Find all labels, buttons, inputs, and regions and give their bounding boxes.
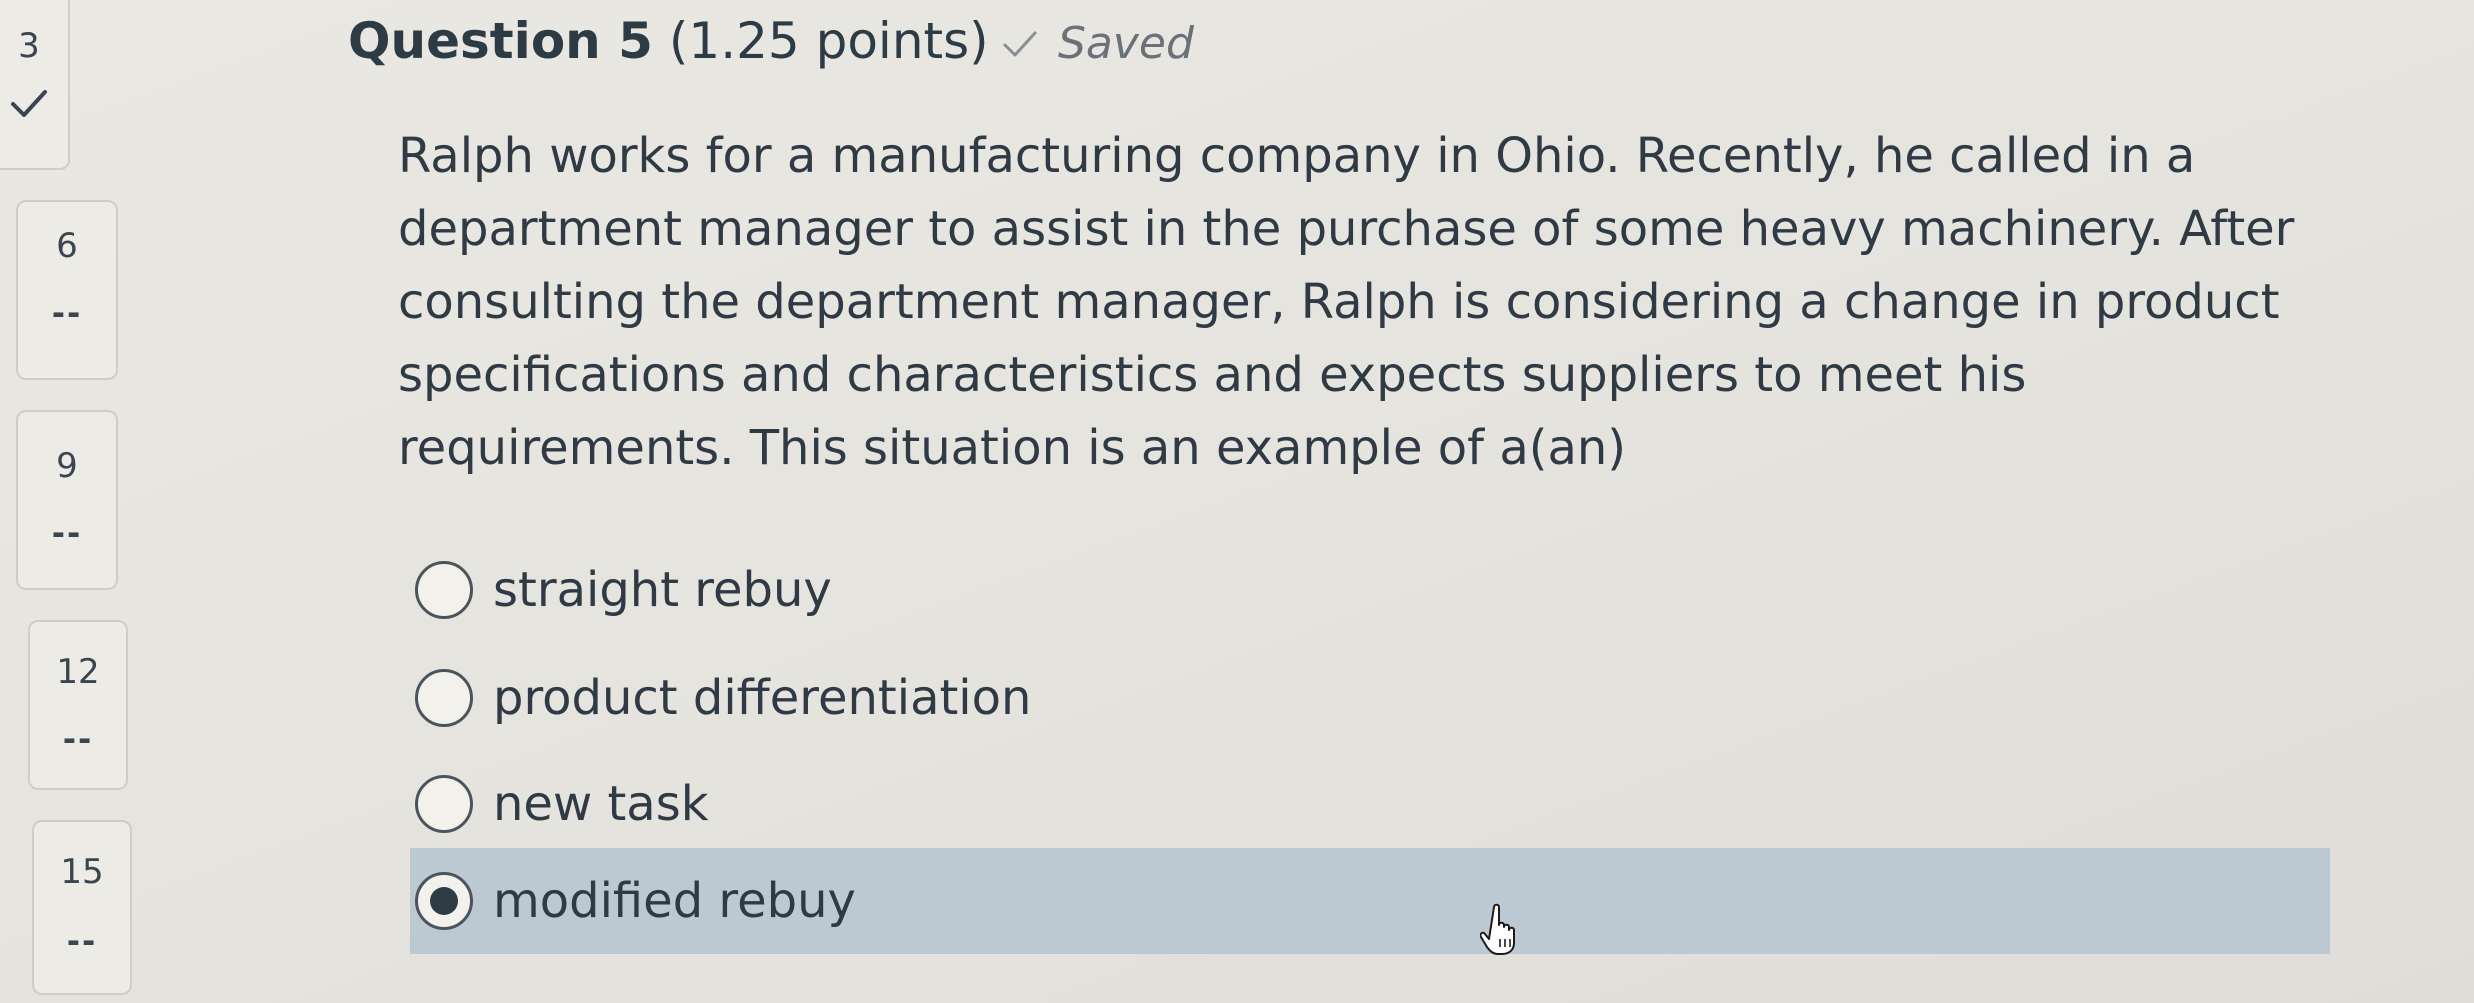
nav-item-number: 15 <box>60 852 104 892</box>
nav-item-number: 12 <box>56 652 100 692</box>
radio-button-icon[interactable] <box>415 775 473 833</box>
saved-status: Saved <box>1000 18 1194 69</box>
nav-item-question-12[interactable]: 12 -- <box>28 620 128 790</box>
answer-option-product-differentiation[interactable]: product differentiation <box>410 645 2330 751</box>
answer-option-new-task[interactable]: new task <box>410 751 2330 857</box>
question-number: Question 5 <box>348 12 653 70</box>
question-points: (1.25 points) <box>668 12 989 70</box>
nav-item-question-3[interactable]: 3 <box>0 0 70 170</box>
answer-option-modified-rebuy[interactable]: modified rebuy <box>410 848 2330 954</box>
answer-option-straight-rebuy[interactable]: straight rebuy <box>410 537 2330 643</box>
nav-item-number: 6 <box>56 226 78 266</box>
answer-label: straight rebuy <box>493 562 832 618</box>
question-title: Question 5 (1.25 points) <box>348 12 989 70</box>
answer-label: product differentiation <box>493 670 1032 726</box>
radio-button-icon[interactable] <box>415 872 473 930</box>
radio-button-icon[interactable] <box>415 669 473 727</box>
nav-item-status: -- <box>51 294 83 332</box>
nav-item-number: 3 <box>18 26 40 66</box>
nav-item-status: -- <box>66 922 98 960</box>
nav-item-status: -- <box>51 514 83 552</box>
hand-cursor-icon <box>1480 903 1515 955</box>
answer-label: modified rebuy <box>493 873 856 929</box>
checkmark-icon <box>1003 31 1037 56</box>
checkmark-icon <box>11 90 47 117</box>
nav-item-question-9[interactable]: 9 -- <box>16 410 118 590</box>
nav-item-question-6[interactable]: 6 -- <box>16 200 118 380</box>
nav-item-status: -- <box>62 720 94 758</box>
saved-label: Saved <box>1058 18 1194 69</box>
nav-item-number: 9 <box>56 446 78 486</box>
answer-label: new task <box>493 776 709 832</box>
radio-button-icon[interactable] <box>415 561 473 619</box>
question-text: Ralph works for a manufacturing company … <box>398 128 2295 476</box>
nav-item-question-15[interactable]: 15 -- <box>32 820 132 995</box>
